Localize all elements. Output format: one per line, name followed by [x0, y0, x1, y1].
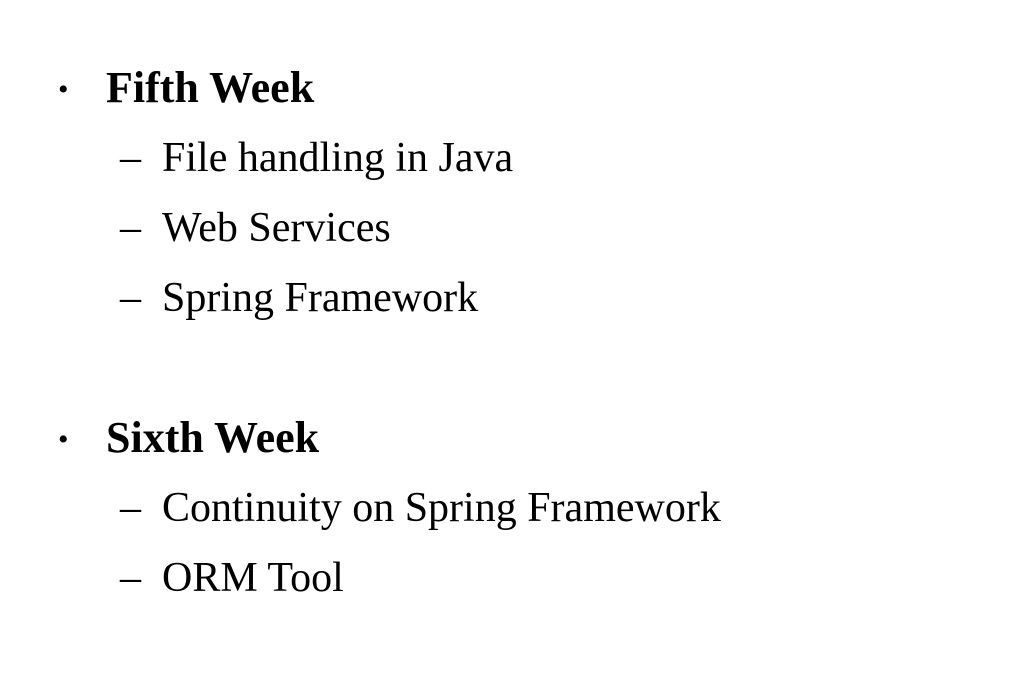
list-item-text: Continuity on Spring Framework	[162, 485, 721, 531]
list-item: – File handling in Java	[0, 132, 1017, 202]
list-item-text: Web Services	[162, 205, 391, 251]
list-item: – Continuity on Spring Framework	[0, 482, 1017, 552]
section-fifth-week: • Fifth Week – File handling in Java – W…	[0, 62, 1017, 342]
bullet-icon: •	[58, 73, 69, 106]
section-heading: Fifth Week	[106, 63, 315, 112]
dash-icon: –	[120, 205, 141, 251]
dash-icon: –	[120, 485, 141, 531]
bullet-heading-row: • Fifth Week	[0, 62, 1017, 114]
section-sixth-week: • Sixth Week – Continuity on Spring Fram…	[0, 412, 1017, 622]
bullet-icon: •	[58, 423, 69, 456]
list-item: – ORM Tool	[0, 552, 1017, 622]
dash-icon: –	[120, 555, 141, 601]
list-item-text: ORM Tool	[162, 555, 344, 601]
dash-icon: –	[120, 275, 141, 321]
slide: • Fifth Week – File handling in Java – W…	[0, 0, 1017, 676]
dash-icon: –	[120, 135, 141, 181]
section-heading: Sixth Week	[106, 413, 320, 462]
list-item: – Web Services	[0, 202, 1017, 272]
sub-list: – Continuity on Spring Framework – ORM T…	[0, 482, 1017, 622]
bullet-heading-row: • Sixth Week	[0, 412, 1017, 464]
list-item-text: File handling in Java	[162, 135, 514, 181]
sub-list: – File handling in Java – Web Services –…	[0, 132, 1017, 342]
list-item-text: Spring Framework	[162, 275, 479, 321]
list-item: – Spring Framework	[0, 272, 1017, 342]
